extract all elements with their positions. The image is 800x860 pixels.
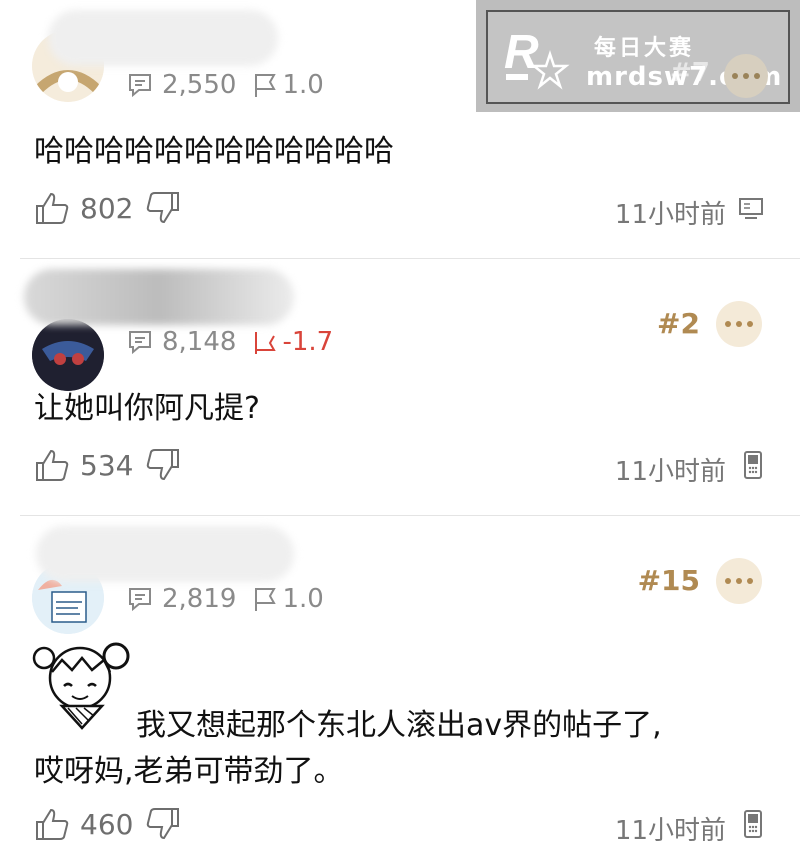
thumbs-up-icon[interactable] <box>34 190 70 226</box>
flag-icon <box>255 74 277 97</box>
like-count: 534 <box>80 448 134 482</box>
comment-item: 2,819 1.0 #15 我又想起那个东北人滚出av界的帖子了, 哎呀妈,老弟… <box>0 516 800 860</box>
user-stats: 2,550 1.0 <box>126 70 324 100</box>
phone-icon <box>744 810 762 838</box>
comment-actions: 534 <box>34 447 181 483</box>
user-stats: 2,819 1.0 <box>126 584 324 614</box>
username-blurred <box>48 10 278 66</box>
rank-badge: #2 <box>657 307 700 340</box>
timestamp: 11小时前 <box>614 200 726 230</box>
timestamp: 11小时前 <box>614 457 726 487</box>
comment-body: 哈哈哈哈哈哈哈哈哈哈哈哈 <box>34 134 394 169</box>
flag-icon <box>255 588 277 611</box>
comment-body: 让她叫你阿凡提? <box>34 391 260 426</box>
thumbs-down-icon[interactable] <box>145 806 181 842</box>
timestamp: 11小时前 <box>614 816 726 846</box>
flag-score: 1.0 <box>282 584 324 614</box>
avatar[interactable] <box>32 319 104 391</box>
like-count: 802 <box>80 191 134 225</box>
comment-actions: 802 <box>34 190 181 226</box>
more-button[interactable] <box>716 301 762 347</box>
comment-count-icon <box>129 74 151 98</box>
comment-body-line-1: 我又想起那个东北人滚出av界的帖子了, <box>136 708 662 743</box>
user-stats: 8,148 -1.7 <box>126 327 333 357</box>
comment-count-icon <box>129 331 151 355</box>
thumbs-up-icon[interactable] <box>34 806 70 842</box>
reply-count: 2,819 <box>162 584 237 614</box>
reply-count: 2,550 <box>162 70 237 100</box>
phone-icon <box>744 451 762 479</box>
reply-count: 8,148 <box>162 327 237 357</box>
flag-score: -1.7 <box>282 327 334 357</box>
avatar-image-icon <box>32 319 104 391</box>
thumbs-down-icon[interactable] <box>145 190 181 226</box>
flag-icon <box>255 332 277 354</box>
username-blurred <box>36 526 294 582</box>
thumbs-up-icon[interactable] <box>34 447 70 483</box>
desktop-icon <box>739 198 763 219</box>
flag-score: 1.0 <box>282 70 324 100</box>
username-blurred <box>24 269 294 325</box>
rank-badge: #15 <box>637 564 700 597</box>
comment-item: 2,550 1.0 哈哈哈哈哈哈哈哈哈哈哈哈 802 11小时前 <box>0 0 800 258</box>
comment-item: 8,148 -1.7 #2 让她叫你阿凡提? 534 11小时前 <box>0 259 800 515</box>
thumbs-down-icon[interactable] <box>145 447 181 483</box>
cartoon-sticker-icon <box>32 642 130 730</box>
comment-count-icon <box>129 588 151 612</box>
comment-body-line-2: 哎呀妈,老弟可带劲了。 <box>34 754 344 789</box>
like-count: 460 <box>80 807 134 841</box>
comment-actions: 460 <box>34 806 181 842</box>
more-button[interactable] <box>716 558 762 604</box>
